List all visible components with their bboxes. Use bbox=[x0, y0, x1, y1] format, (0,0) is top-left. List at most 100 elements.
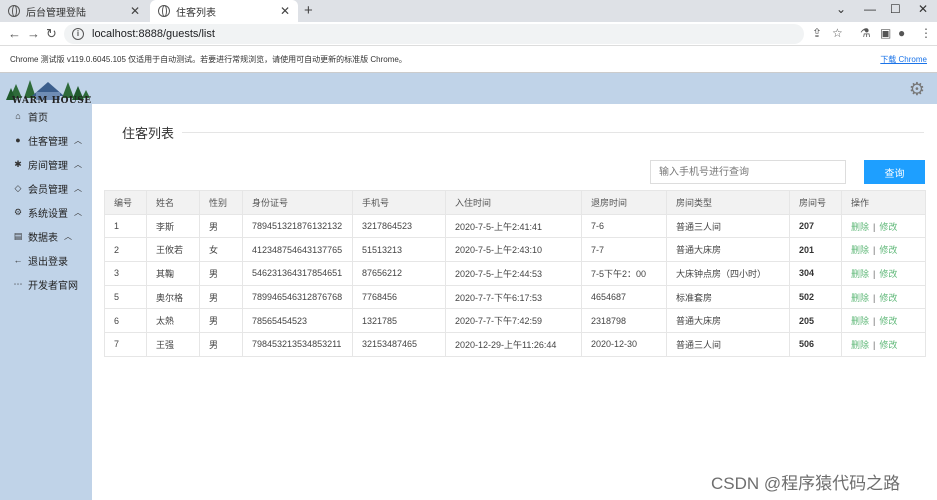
action-separator: | bbox=[873, 245, 876, 256]
automation-infobar: Chrome 测试版 v119.0.6045.105 仅适用于自动测试。若要进行… bbox=[0, 46, 937, 73]
action-separator: | bbox=[873, 221, 876, 232]
column-header: 编号 bbox=[104, 190, 147, 215]
cell-id: 3 bbox=[104, 261, 147, 286]
cell-name: 王强 bbox=[146, 332, 200, 357]
url-omnibox[interactable]: i localhost:8888/guests/list bbox=[64, 24, 804, 44]
table-icon: ▤ bbox=[13, 230, 23, 241]
cell-actions: 删除 | 修改 bbox=[841, 237, 926, 263]
delete-link[interactable]: 删除 bbox=[851, 269, 869, 279]
settings-gear-icon[interactable]: ⚙ bbox=[909, 79, 925, 100]
chevron-up-icon: ︿ bbox=[64, 231, 72, 241]
cell-room-type: 普通三人间 bbox=[666, 213, 790, 239]
delete-link[interactable]: 删除 bbox=[851, 293, 869, 303]
cell-gender: 男 bbox=[199, 284, 243, 310]
user-icon: ● bbox=[15, 135, 21, 145]
delete-link[interactable]: 删除 bbox=[851, 245, 869, 255]
cell-checkin: 2020-12-29-上午11:26:44 bbox=[445, 332, 582, 357]
table-header-row: 编号 姓名 性别 身份证号 手机号 入住时间 退房时间 房间类型 房间号 操作 bbox=[104, 190, 926, 215]
profile-avatar-icon[interactable]: ● bbox=[898, 26, 905, 40]
cell-room-type: 大床钟点房（四小时） bbox=[666, 261, 790, 286]
cell-room-type: 普通大床房 bbox=[666, 308, 790, 334]
column-header: 入住时间 bbox=[445, 190, 582, 215]
app-header: ⚙ bbox=[0, 73, 937, 104]
bookmark-star-icon[interactable]: ☆ bbox=[832, 26, 843, 40]
table-row: 2 王攸若 女 412348754643137765 51513213 2020… bbox=[104, 237, 926, 263]
sidebar-item-rooms[interactable]: ✱ 房间管理 ︿ bbox=[12, 154, 82, 174]
close-tab-icon[interactable]: ✕ bbox=[280, 4, 290, 18]
sidebar-item-label: 退出登录 bbox=[28, 256, 68, 268]
browser-tab-guests[interactable]: 住客列表 ✕ bbox=[150, 0, 298, 22]
cell-gender: 男 bbox=[199, 213, 243, 239]
sidebar-item-data-table[interactable]: ▤ 数据表 ︿ bbox=[12, 226, 72, 246]
side-panel-icon[interactable]: ▣ bbox=[880, 26, 891, 40]
sidebar-item-home[interactable]: ⌂ 首页 bbox=[12, 106, 48, 126]
url-text[interactable]: localhost:8888/guests/list bbox=[92, 28, 215, 40]
cell-room: 502 bbox=[789, 284, 842, 310]
maximize-icon[interactable]: ☐ bbox=[890, 2, 901, 16]
cell-checkin: 2020-7-5-上午2:44:53 bbox=[445, 261, 582, 286]
labs-flask-icon[interactable]: ⚗ bbox=[860, 26, 871, 40]
minimize-icon[interactable]: — bbox=[864, 2, 876, 16]
sidebar-item-guests[interactable]: ● 住客管理 ︿ bbox=[12, 130, 82, 150]
close-tab-icon[interactable]: ✕ bbox=[130, 4, 140, 18]
edit-link[interactable]: 修改 bbox=[879, 340, 897, 350]
cell-id: 2 bbox=[104, 237, 147, 263]
more-icon: ⋯ bbox=[13, 278, 23, 289]
delete-link[interactable]: 删除 bbox=[851, 340, 869, 350]
cell-actions: 删除 | 修改 bbox=[841, 308, 926, 334]
cell-checkout: 2318798 bbox=[581, 308, 667, 334]
edit-link[interactable]: 修改 bbox=[879, 222, 897, 232]
download-chrome-link[interactable]: 下载 Chrome bbox=[880, 54, 927, 65]
cell-id: 1 bbox=[104, 213, 147, 239]
chevron-down-icon[interactable]: ⌄ bbox=[836, 2, 846, 16]
browser-tab-strip: 后台管理登陆 ✕ 住客列表 ✕ + ⌄ — ☐ ✕ bbox=[0, 0, 937, 22]
edit-link[interactable]: 修改 bbox=[879, 269, 897, 279]
cell-checkin: 2020-7-7-下午6:17:53 bbox=[445, 284, 582, 310]
delete-link[interactable]: 删除 bbox=[851, 316, 869, 326]
diamond-icon: ◇ bbox=[14, 182, 22, 193]
cell-checkout: 7-7 bbox=[581, 237, 667, 263]
cell-id: 7 bbox=[104, 332, 147, 357]
column-header: 手机号 bbox=[352, 190, 446, 215]
edit-link[interactable]: 修改 bbox=[879, 293, 897, 303]
sidebar-item-members[interactable]: ◇ 会员管理 ︿ bbox=[12, 178, 82, 198]
delete-link[interactable]: 删除 bbox=[851, 222, 869, 232]
reload-icon[interactable]: ↻ bbox=[46, 26, 57, 42]
sidebar-item-logout[interactable]: ← 退出登录 bbox=[12, 250, 69, 270]
forward-icon[interactable]: → bbox=[27, 26, 40, 41]
cell-phone: 51513213 bbox=[352, 237, 446, 263]
new-tab-button[interactable]: + bbox=[304, 2, 313, 19]
window-close-icon[interactable]: ✕ bbox=[918, 2, 928, 16]
sidebar-item-developer-site[interactable]: ⋯ 开发者官网 bbox=[12, 274, 79, 294]
sidebar-item-label: 首页 bbox=[28, 112, 48, 124]
share-icon[interactable]: ⇪ bbox=[812, 26, 822, 40]
guests-table: 编号 姓名 性别 身份证号 手机号 入住时间 退房时间 房间类型 房间号 操作 … bbox=[104, 190, 926, 357]
cell-phone: 32153487465 bbox=[352, 332, 446, 357]
cell-actions: 删除 | 修改 bbox=[841, 213, 926, 239]
cell-idcard: 78565454523 bbox=[242, 308, 353, 334]
column-header: 操作 bbox=[841, 190, 926, 215]
browser-tab-login[interactable]: 后台管理登陆 ✕ bbox=[0, 0, 148, 22]
column-header: 房间号 bbox=[789, 190, 842, 215]
cell-gender: 男 bbox=[199, 261, 243, 286]
back-icon[interactable]: ← bbox=[8, 26, 21, 41]
arrow-left-icon: ← bbox=[13, 255, 23, 265]
cell-idcard: 546231364317854651 bbox=[242, 261, 353, 286]
edit-link[interactable]: 修改 bbox=[879, 316, 897, 326]
sidebar-item-settings[interactable]: ⚙ 系统设置 ︿ bbox=[12, 202, 82, 222]
phone-search-input[interactable] bbox=[650, 160, 846, 184]
column-header: 性别 bbox=[199, 190, 243, 215]
site-info-icon[interactable]: i bbox=[72, 28, 84, 40]
cell-gender: 男 bbox=[199, 308, 243, 334]
infobar-message: Chrome 测试版 v119.0.6045.105 仅适用于自动测试。若要进行… bbox=[10, 54, 407, 64]
cell-phone: 1321785 bbox=[352, 308, 446, 334]
cell-checkin: 2020-7-5-上午2:41:41 bbox=[445, 213, 582, 239]
cell-idcard: 412348754643137765 bbox=[242, 237, 353, 263]
cell-id: 5 bbox=[104, 284, 147, 310]
cell-actions: 删除 | 修改 bbox=[841, 284, 926, 310]
kebab-menu-icon[interactable]: ⋮ bbox=[920, 26, 932, 40]
edit-link[interactable]: 修改 bbox=[879, 245, 897, 255]
cell-gender: 男 bbox=[199, 332, 243, 357]
search-button[interactable]: 查询 bbox=[864, 160, 925, 184]
gear-icon: ⚙ bbox=[13, 206, 23, 217]
